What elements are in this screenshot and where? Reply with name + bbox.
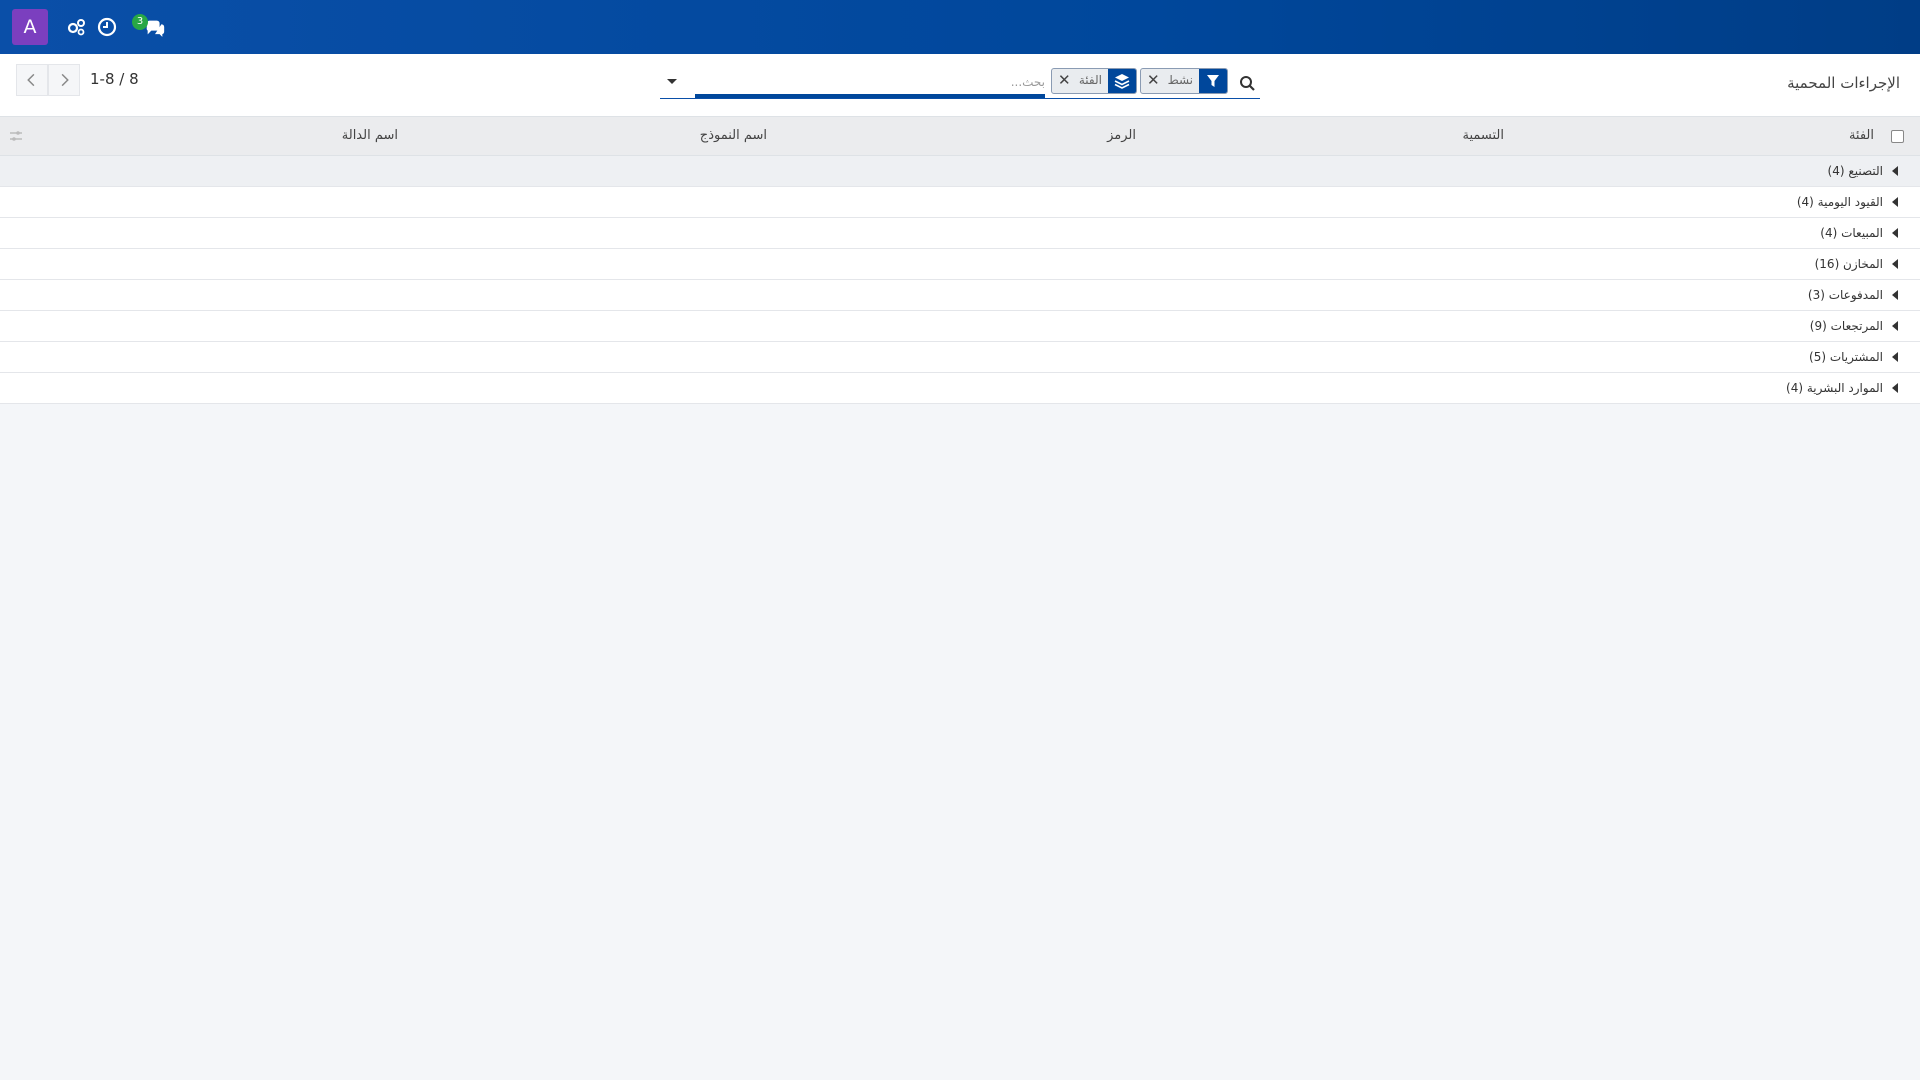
caret-left-icon (1892, 166, 1898, 176)
next-page-button[interactable] (48, 64, 80, 96)
caret-left-icon (1892, 321, 1898, 331)
group-row[interactable]: المشتريات (5) (0, 342, 1920, 373)
column-header-model-name[interactable]: اسم النموذج (700, 128, 767, 143)
group-row[interactable]: التصنيع (4) (0, 156, 1920, 187)
group-label: التصنيع (4) (1827, 164, 1883, 178)
close-icon[interactable]: ✕ (1147, 71, 1160, 89)
group-label: المبيعات (4) (1820, 226, 1883, 240)
list-header: الفئة التسمية الرمز اسم النموذج اسم الدا… (0, 117, 1920, 156)
group-label: الموارد البشرية (4) (1786, 381, 1883, 395)
group-label: المدفوعات (3) (1807, 288, 1883, 302)
list-view: الفئة التسمية الرمز اسم النموذج اسم الدا… (0, 117, 1920, 404)
search-facet-filter[interactable]: نشط ✕ (1140, 68, 1228, 94)
search-icon[interactable] (1236, 72, 1258, 94)
column-header-code[interactable]: الرمز (1107, 128, 1136, 143)
optional-columns-icon[interactable] (8, 129, 24, 143)
caret-left-icon (1892, 290, 1898, 300)
caret-left-icon (1892, 383, 1898, 393)
facet-value: الفئة (1078, 73, 1102, 87)
caret-left-icon (1892, 259, 1898, 269)
group-row[interactable]: القيود اليومية (4) (0, 187, 1920, 218)
group-label: المخازن (16) (1814, 257, 1883, 271)
column-header-category[interactable]: الفئة (1849, 128, 1874, 143)
search-facet-groupby[interactable]: الفئة ✕ (1051, 68, 1137, 94)
top-navbar: A 3 (0, 0, 1920, 54)
caret-down-icon[interactable] (660, 70, 684, 94)
caret-left-icon (1892, 197, 1898, 207)
page-title: الإجراءات المحمية (1787, 74, 1900, 92)
group-row[interactable]: المخازن (16) (0, 249, 1920, 280)
caret-left-icon (1892, 352, 1898, 362)
group-row[interactable]: المدفوعات (3) (0, 280, 1920, 311)
caret-left-icon (1892, 228, 1898, 238)
pager-value[interactable]: 1-8 / 8 (90, 70, 139, 88)
column-header-function-name[interactable]: اسم الدالة (342, 128, 398, 143)
clock-icon[interactable] (96, 16, 118, 38)
search-input[interactable] (695, 70, 1045, 98)
group-by-icon (1108, 69, 1136, 93)
user-avatar[interactable]: A (12, 9, 48, 45)
group-row[interactable]: المبيعات (4) (0, 218, 1920, 249)
group-label: المشتريات (5) (1809, 350, 1883, 364)
control-panel: الإجراءات المحمية نشط ✕ الفئة ✕ بحث... 1… (0, 54, 1920, 117)
group-row[interactable]: المرتجعات (9) (0, 311, 1920, 342)
column-header-name[interactable]: التسمية (1462, 128, 1504, 143)
close-icon[interactable]: ✕ (1058, 71, 1071, 89)
messages-count-badge: 3 (132, 14, 148, 30)
select-all-checkbox[interactable] (1891, 130, 1904, 143)
search-bar: نشط ✕ الفئة ✕ (660, 66, 1260, 99)
activity-settings-icon[interactable] (65, 16, 87, 38)
group-row[interactable]: الموارد البشرية (4) (0, 373, 1920, 404)
previous-page-button[interactable] (16, 64, 48, 96)
filter-icon (1199, 69, 1227, 93)
group-label: القيود اليومية (4) (1796, 195, 1883, 209)
facet-value: نشط (1167, 73, 1193, 87)
group-label: المرتجعات (9) (1809, 319, 1883, 333)
